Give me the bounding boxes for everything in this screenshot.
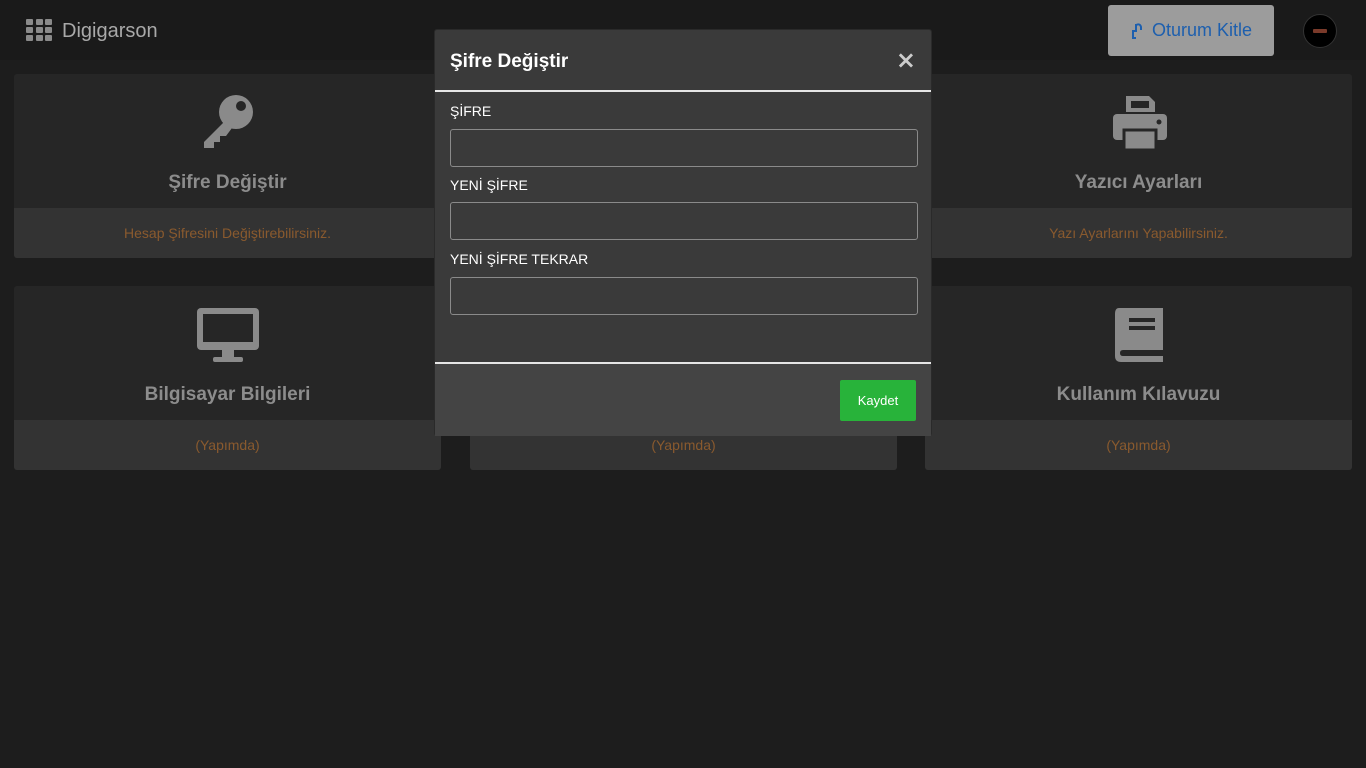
card-computer-info[interactable]: Bilgisayar Bilgileri (Yapımda): [14, 286, 441, 470]
change-password-modal: Şifre Değiştir × ŞİFRE YENİ ŞİFRE YENİ Ş…: [434, 29, 932, 436]
card-description: (Yapımda): [925, 420, 1352, 470]
modal-footer: Kaydet: [435, 362, 931, 436]
apps-grid-icon[interactable]: [26, 19, 52, 43]
close-icon[interactable]: ×: [896, 48, 916, 72]
card-title: Şifre Değiştir: [168, 172, 287, 193]
save-button[interactable]: Kaydet: [840, 380, 916, 421]
modal-title: Şifre Değiştir: [450, 51, 569, 72]
card-printer-settings[interactable]: Yazıcı Ayarları Yazı Ayarlarını Yapabili…: [925, 74, 1352, 258]
new-password-repeat-input[interactable]: [450, 277, 918, 315]
card-description: Hesap Şifresini Değiştirebilirsiniz.: [14, 208, 441, 258]
password-label: ŞİFRE: [450, 103, 492, 119]
lock-session-label: Oturum Kitle: [1151, 20, 1253, 40]
card-change-password[interactable]: Şifre Değiştir Hesap Şifresini Değiştire…: [14, 74, 441, 258]
book-icon: [1114, 308, 1163, 362]
card-description: (Yapımda): [14, 420, 441, 470]
new-password-repeat-label: YENİ ŞİFRE TEKRAR: [450, 251, 589, 267]
new-password-label: YENİ ŞİFRE: [450, 177, 528, 193]
card-title: Yazıcı Ayarları: [1074, 172, 1203, 193]
brand-name: Digigarson: [62, 19, 158, 42]
monitor-icon: [196, 308, 259, 362]
card-title: Kullanım Kılavuzu: [1056, 384, 1221, 405]
lock-session-button[interactable]: Oturum Kitle: [1108, 5, 1274, 56]
card-description: Yazı Ayarlarını Yapabilirsiniz.: [925, 208, 1352, 258]
new-password-input[interactable]: [450, 202, 918, 240]
password-input[interactable]: [450, 129, 918, 167]
modal-header: Şifre Değiştir ×: [435, 30, 931, 92]
printer-icon: [1112, 96, 1167, 152]
unlock-icon: [1131, 22, 1142, 39]
brand[interactable]: Digigarson: [26, 19, 158, 43]
avatar[interactable]: [1303, 14, 1337, 48]
card-title: Bilgisayar Bilgileri: [144, 384, 311, 405]
card-user-guide[interactable]: Kullanım Kılavuzu (Yapımda): [925, 286, 1352, 470]
key-icon: [203, 95, 253, 148]
